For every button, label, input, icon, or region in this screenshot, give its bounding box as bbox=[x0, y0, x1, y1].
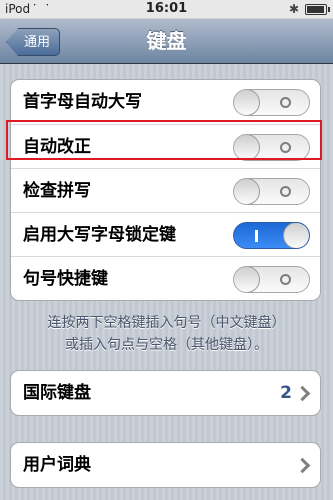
setting-label: 首字母自动大写 bbox=[23, 92, 142, 112]
international-keyboards-row[interactable]: 国际键盘 2 bbox=[11, 371, 320, 415]
switch-on-indicator bbox=[255, 230, 258, 242]
battery-icon bbox=[305, 3, 330, 15]
status-bar: iPod 16:01 ✱ bbox=[0, 0, 333, 19]
setting-label: 启用大写字母锁定键 bbox=[23, 225, 176, 245]
bluetooth-icon: ✱ bbox=[288, 2, 299, 16]
international-keyboards-count: 2 bbox=[280, 383, 292, 403]
auto-capitalization-toggle[interactable] bbox=[233, 89, 310, 116]
switch-knob bbox=[234, 267, 260, 292]
spell-check-toggle[interactable] bbox=[233, 178, 310, 205]
setting-row-auto-capitalization: 首字母自动大写 bbox=[11, 80, 320, 124]
switch-off-indicator bbox=[280, 274, 291, 285]
keyboard-settings-group: 首字母自动大写 自动改正 检查拼写 启用大写字母锁定键 句号快捷键 bbox=[10, 79, 321, 301]
setting-label: 检查拼写 bbox=[23, 181, 91, 201]
status-right: ✱ bbox=[288, 0, 330, 18]
setting-row-period-shortcut: 句号快捷键 bbox=[11, 256, 320, 300]
international-group: 国际键盘 2 bbox=[10, 370, 321, 416]
international-keyboards-label: 国际键盘 bbox=[23, 383, 91, 403]
highlight-box bbox=[6, 120, 322, 160]
user-dictionary-label: 用户词典 bbox=[23, 455, 91, 475]
footer-note-line1: 连按两下空格键插入句号（中文键盘） bbox=[47, 315, 286, 331]
period-shortcut-toggle[interactable] bbox=[233, 266, 310, 293]
switch-off-indicator bbox=[280, 186, 291, 197]
status-time: 16:01 bbox=[145, 1, 188, 16]
watermark-logo bbox=[237, 470, 327, 496]
switch-off-indicator bbox=[280, 97, 291, 108]
setting-row-spell-check: 检查拼写 bbox=[11, 168, 320, 212]
setting-row-caps-lock: 启用大写字母锁定键 bbox=[11, 212, 320, 256]
footer-note-line2: 或插入句点与空格（其他键盘）。 bbox=[65, 337, 268, 353]
switch-knob bbox=[234, 179, 260, 204]
switch-knob bbox=[283, 223, 309, 248]
caps-lock-toggle[interactable] bbox=[233, 222, 310, 249]
switch-knob bbox=[234, 90, 260, 115]
footer-note: 连按两下空格键插入句号（中文键盘） 或插入句点与空格（其他键盘）。 bbox=[10, 312, 323, 356]
navigation-bar: 通用 键盘 bbox=[0, 19, 333, 64]
page-title: 键盘 bbox=[146, 29, 187, 53]
setting-label: 句号快捷键 bbox=[23, 269, 108, 289]
chevron-right-icon bbox=[294, 385, 311, 402]
battery-level bbox=[307, 5, 324, 13]
